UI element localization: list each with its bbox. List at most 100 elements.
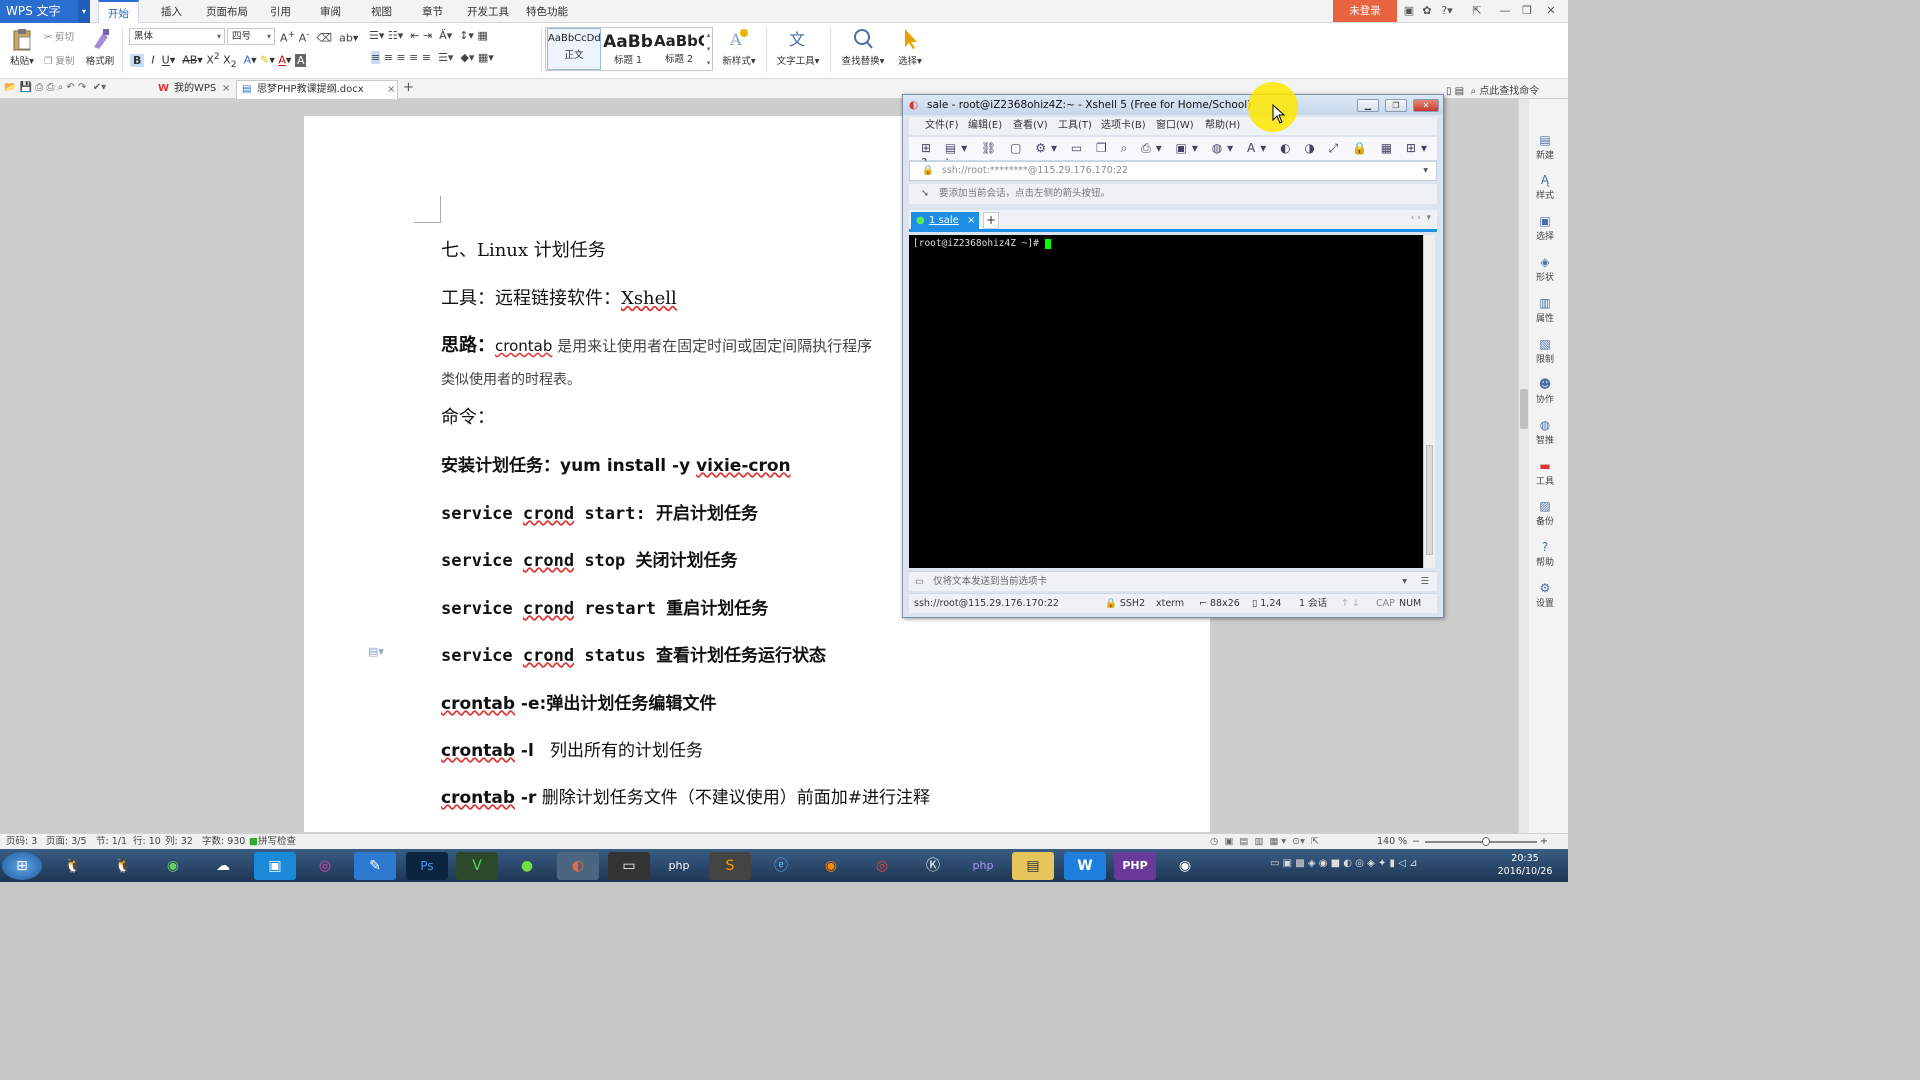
xshell-menu-file[interactable]: 文件(F) — [925, 117, 959, 135]
sidebar-shape[interactable]: ◈ 形状 — [1527, 255, 1563, 283]
tab-my-wps[interactable]: W 我的WPS × — [154, 80, 234, 99]
login-button[interactable]: 未登录 — [1333, 0, 1397, 22]
style-heading-1[interactable]: AaBb 标题 1 — [602, 28, 654, 70]
photoshop-icon[interactable]: Ps — [406, 852, 448, 880]
style-heading-2[interactable]: AaBbC 标题 2 — [654, 28, 704, 70]
xshell-maximize-button[interactable]: ❐ — [1385, 99, 1407, 112]
tab-page-layout[interactable]: 页面布局 — [197, 0, 257, 23]
sidebar-recommend[interactable]: ◍ 智推 — [1527, 418, 1563, 446]
restore-ribbon-icon[interactable]: ⇱ — [1466, 0, 1488, 22]
xshell-minimize-button[interactable]: ▁ — [1357, 99, 1379, 112]
gift-icon[interactable]: ✿ — [1416, 0, 1438, 22]
xshell-session-tab[interactable]: ● 1 sale × — [911, 212, 979, 230]
browser-green-icon[interactable]: ● — [506, 852, 548, 880]
vim-icon[interactable]: V — [456, 852, 498, 880]
copy-button[interactable]: ❐ 复制 — [44, 53, 75, 67]
quick-access-toolbar[interactable]: 📂 💾 ⎙ ⎙ ⌕ ↶ ↷ ✔▾ — [4, 82, 106, 93]
xshell-menu-view[interactable]: 查看(V) — [1013, 117, 1048, 135]
clock[interactable]: 20:35 2016/10/26 — [1495, 852, 1555, 878]
qq-icon[interactable]: 🐧 — [52, 852, 94, 880]
qq-alt-icon[interactable]: 🐧 — [102, 852, 144, 880]
tab-special[interactable]: 特色功能 — [517, 0, 577, 23]
select-button[interactable]: 选择▾ — [892, 27, 928, 67]
sidebar-settings[interactable]: ⚙ 设置 — [1527, 581, 1563, 609]
text-tools-button[interactable]: 文 文字工具▾ — [772, 27, 824, 67]
paragraph-marker-icon[interactable]: ▤▾ — [368, 645, 384, 658]
wechat-icon[interactable]: ◉ — [152, 852, 194, 880]
list-indent-buttons[interactable]: ☰▾ ☷▾ ⇤ ⇥ A̋▾ ↕▾ ▦ — [369, 29, 488, 42]
xshell-status-arrows[interactable]: ↑ ↓ — [1341, 594, 1360, 614]
php-study-icon[interactable]: PHP — [1114, 852, 1156, 880]
tab-document[interactable]: ▤ 思梦PHP教课提纲.docx × — [236, 80, 398, 99]
app-3-icon[interactable]: ◎ — [304, 852, 346, 880]
xshell-menu-tabs[interactable]: 选项卡(B) — [1101, 117, 1146, 135]
close-tab-icon[interactable]: × — [387, 81, 395, 99]
font-format-buttons[interactable]: B I U▾ AB▾ X2 X2 A▾ ✎▾ A▾ A — [130, 51, 307, 70]
spell-check[interactable]: ■拼写检查 — [249, 834, 296, 849]
php-storm-icon[interactable]: php — [962, 852, 1004, 880]
explorer-icon[interactable]: ▤ — [1012, 852, 1054, 880]
cut-button[interactable]: ✂ 剪切 — [44, 29, 74, 43]
wps-app-menu-button[interactable]: WPS 文字 ▾ — [0, 0, 90, 23]
sidebar-select[interactable]: ▣ 选择 — [1527, 214, 1563, 242]
maximize-icon[interactable]: ❐ — [1516, 0, 1538, 22]
tab-references[interactable]: 引用 — [261, 0, 300, 23]
font-size-select[interactable]: 四号 — [227, 28, 275, 45]
terminal-scrollbar-thumb[interactable] — [1426, 445, 1433, 555]
network-disk-icon[interactable]: ☁ — [202, 852, 244, 880]
arrow-icon[interactable]: ➘ — [921, 184, 929, 204]
command-search[interactable]: ▯ ▤ ⌕ 点此查找命令 — [1446, 82, 1539, 97]
close-tab-icon[interactable]: × — [222, 80, 230, 98]
zoom-out-icon[interactable]: − — [1412, 834, 1420, 849]
new-style-button[interactable]: A 新样式▾ — [718, 27, 760, 67]
xshell-terminal-scrollbar[interactable] — [1423, 235, 1435, 568]
sublime-icon[interactable]: S — [709, 852, 751, 880]
windows-start-icon[interactable]: ⊞ — [2, 852, 42, 880]
xshell-menu-tools[interactable]: 工具(T) — [1058, 117, 1092, 135]
obs-icon[interactable]: ◉ — [1164, 852, 1206, 880]
sidebar-backup[interactable]: ▨ 备份 — [1527, 499, 1563, 527]
xshell-menu-window[interactable]: 窗口(W) — [1156, 117, 1194, 135]
help-icon[interactable]: ?▾ — [1436, 0, 1458, 22]
xshell-tab-nav-icons[interactable]: ‹ › ▾ — [1411, 213, 1431, 223]
app-2-icon[interactable]: ▣ — [254, 852, 296, 880]
new-tab-icon[interactable]: + — [403, 80, 414, 95]
tab-review[interactable]: 审阅 — [311, 0, 350, 23]
xshell-new-tab-icon[interactable]: + — [983, 212, 999, 229]
format-painter-button[interactable]: 格式刷 — [84, 27, 116, 67]
xshell-toolbar[interactable]: ⊞ ▤▾ ⛓ ▢ ⚙▾ ▭ ❐ ⌕ ⎙▾ ▣▾ ◍▾ A▾ ◐ ◑ ⤢ 🔒 ▦ … — [909, 137, 1437, 170]
sidebar-style[interactable]: Ą 样式 — [1527, 173, 1563, 201]
chevron-down-icon[interactable]: ▾ — [1402, 572, 1407, 592]
xshell-menu-edit[interactable]: 编辑(E) — [968, 117, 1002, 135]
tab-insert[interactable]: 插入 — [152, 0, 191, 23]
minimize-icon[interactable]: — — [1494, 0, 1516, 22]
sidebar-tools[interactable]: ▬ 工具 — [1527, 459, 1563, 487]
xshell-taskbar-icon[interactable]: ◐ — [557, 852, 599, 880]
terminal-icon[interactable]: ▭ — [608, 852, 650, 880]
view-mode-icons[interactable]: ◷ ▣ ▤ ▥ ▦ ▾ ⊙▾ ⇱ — [1210, 834, 1319, 849]
sidebar-restrict[interactable]: ▧ 限制 — [1527, 337, 1563, 365]
xshell-terminal[interactable]: [root@iZ2368ohiz4Z ~]# — [909, 235, 1423, 568]
tab-view[interactable]: 视图 — [362, 0, 401, 23]
chrome-icon[interactable]: ◎ — [861, 852, 903, 880]
styles-gallery[interactable]: AaBbCcDd 正文 AaBb 标题 1 AaBbC 标题 2 ▴ ▾ ▾ — [545, 27, 713, 71]
xshell-window[interactable]: ◐ sale - root@iZ2368ohiz4Z:~ - Xshell 5 … — [902, 94, 1444, 618]
chevron-down-icon[interactable]: ▾ — [1423, 162, 1428, 180]
tab-developer[interactable]: 开发工具 — [458, 0, 518, 23]
sidebar-new[interactable]: ▤ 新建 — [1527, 133, 1563, 161]
tab-home[interactable]: 开始 — [98, 0, 139, 23]
find-replace-button[interactable]: 查找替换▾ — [836, 27, 890, 67]
zoom-in-icon[interactable]: + — [1540, 834, 1548, 849]
system-tray-icons[interactable]: ▭ ▣ ▩ ◈ ◉ ■ ◐ ◎ ◈ ✦ ▮ ◁ ⊿ — [1270, 858, 1417, 869]
tab-chapter[interactable]: 章节 — [413, 0, 452, 23]
ie-icon[interactable]: ⓔ — [760, 852, 802, 880]
xshell-send-bar[interactable]: ▭ 仅将文本发送到当前选项卡 ▾ ☰ — [909, 571, 1437, 591]
close-icon[interactable]: ✕ — [1540, 0, 1562, 22]
xshell-menu-help[interactable]: 帮助(H) — [1205, 117, 1240, 135]
wps-taskbar-icon[interactable]: W — [1064, 852, 1106, 880]
xshell-address-bar[interactable]: 🔒 ssh://root:********@115.29.176.170:22 … — [909, 161, 1437, 181]
close-tab-icon[interactable]: × — [967, 212, 975, 230]
xshell-close-button[interactable]: ✕ — [1413, 99, 1439, 112]
sidebar-help[interactable]: ? 帮助 — [1527, 540, 1563, 568]
sidebar-properties[interactable]: ▥ 属性 — [1527, 296, 1563, 324]
